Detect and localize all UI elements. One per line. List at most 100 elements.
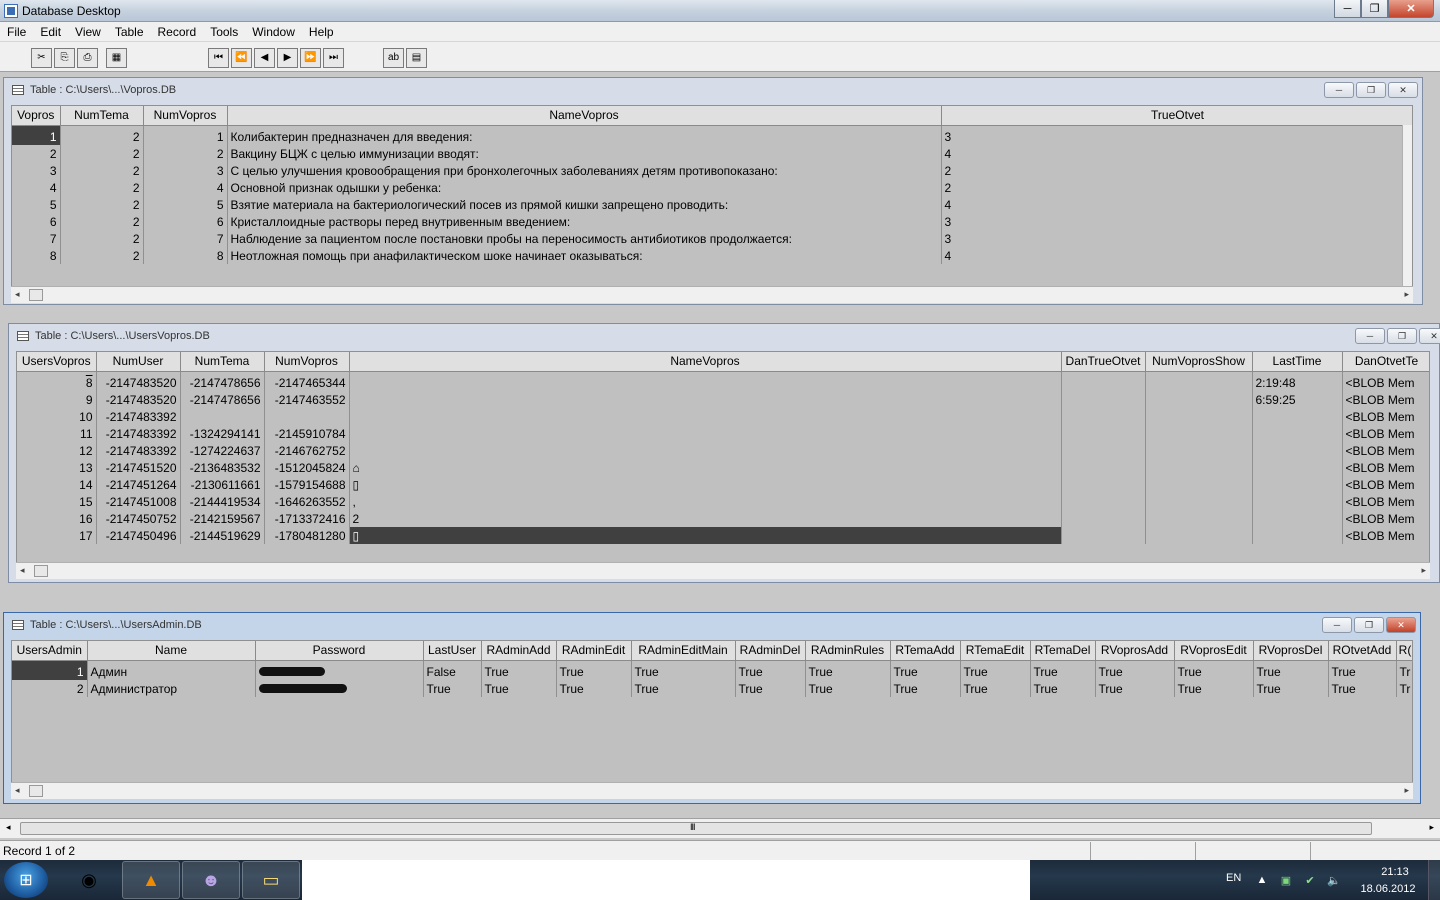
scroll-thumb[interactable] xyxy=(29,785,43,797)
network-icon[interactable]: ▣ xyxy=(1278,872,1294,888)
cell[interactable] xyxy=(1252,425,1343,442)
cell[interactable]: 6 xyxy=(12,213,61,230)
col-header[interactable]: NumTema xyxy=(60,106,144,126)
menu-tools[interactable]: Tools xyxy=(203,25,245,39)
scroll-thumb[interactable] xyxy=(29,289,43,301)
usersvopros-maximize-button[interactable]: ❐ xyxy=(1387,328,1417,344)
cell[interactable]: -2147463552 xyxy=(264,391,350,408)
cell[interactable] xyxy=(1061,510,1146,527)
cell[interactable]: 2 xyxy=(941,179,1412,196)
cell[interactable]: ▯ xyxy=(349,527,1062,544)
cell[interactable]: 8 xyxy=(12,247,61,264)
cell[interactable]: 3 xyxy=(941,125,1412,145)
cell[interactable]: Неотложная помощь при анафилактическом ш… xyxy=(227,247,942,264)
cell[interactable] xyxy=(1145,459,1253,476)
menu-record[interactable]: Record xyxy=(151,25,204,39)
cell[interactable]: 4 xyxy=(941,145,1412,162)
cell[interactable] xyxy=(1061,459,1146,476)
cell[interactable]: 7 xyxy=(12,230,61,247)
cell[interactable]: 2 xyxy=(941,162,1412,179)
minimize-button[interactable]: ─ xyxy=(1334,0,1361,18)
cell[interactable]: -2147483520 xyxy=(96,391,181,408)
scroll-right-icon[interactable]: ▸ xyxy=(1404,289,1409,300)
menu-table[interactable]: Table xyxy=(108,25,151,39)
cell[interactable]: 2 xyxy=(12,680,88,697)
cell[interactable]: <BLOB Mem xyxy=(1342,510,1429,527)
col-header[interactable]: RVoprosDel xyxy=(1253,641,1329,661)
cell[interactable] xyxy=(1145,391,1253,408)
menu-file[interactable]: File xyxy=(0,25,33,39)
explorer-taskbar-icon[interactable]: ▭ xyxy=(242,861,300,899)
col-header[interactable]: Name xyxy=(87,641,256,661)
cell[interactable] xyxy=(1061,476,1146,493)
col-header[interactable]: TrueOtvet xyxy=(941,106,1412,126)
pidgin-taskbar-icon[interactable]: ☻ xyxy=(182,861,240,899)
cell[interactable]: <BLOB Mem xyxy=(1342,527,1429,544)
cell[interactable]: 11 xyxy=(17,425,97,442)
cell[interactable]: True xyxy=(890,680,961,697)
cell[interactable]: -2147483392 xyxy=(96,442,181,459)
cell[interactable]: -2147451008 xyxy=(96,493,181,510)
last-record-icon[interactable]: ⏭ xyxy=(323,48,344,68)
table-row[interactable]: 5 2 5 Взятие материала на бактериологиче… xyxy=(12,196,1412,213)
cell[interactable]: ▯ xyxy=(349,476,1062,493)
table-row[interactable]: 1 Админ False True True True True True T… xyxy=(12,660,1412,680)
col-header[interactable]: Vopros xyxy=(12,106,61,126)
col-header[interactable]: RAdminEdit xyxy=(556,641,632,661)
usersadmin-maximize-button[interactable]: ❐ xyxy=(1354,617,1384,633)
cell[interactable]: <BLOB Mem xyxy=(1342,459,1429,476)
cell[interactable]: 13 xyxy=(17,459,97,476)
usersadmin-horizontal-scrollbar[interactable]: ◂ ▸ xyxy=(11,782,1413,799)
cell[interactable]: -1274224637 xyxy=(180,442,265,459)
cell[interactable]: Админ xyxy=(87,660,256,680)
cell[interactable]: True xyxy=(1253,660,1329,680)
next-record-icon[interactable]: ▶ xyxy=(277,48,298,68)
cell[interactable] xyxy=(1061,527,1146,544)
cell[interactable]: <BLOB Mem xyxy=(1342,425,1429,442)
cell[interactable]: 2 xyxy=(60,162,144,179)
cell[interactable]: 2 xyxy=(60,213,144,230)
cell[interactable]: <BLOB Mem xyxy=(1342,476,1429,493)
col-header[interactable]: UsersVopros xyxy=(17,352,97,372)
cell[interactable]: -2136483532 xyxy=(180,459,265,476)
col-header[interactable]: NumVopros xyxy=(143,106,228,126)
cell[interactable] xyxy=(1145,476,1253,493)
table-row[interactable]: 10 -2147483392 <BLOB Mem xyxy=(17,408,1429,425)
cell[interactable]: 4 xyxy=(143,179,228,196)
cell[interactable] xyxy=(1061,408,1146,425)
table-row[interactable]: 8 -2147483520 -2147478656 -2147465344 2:… xyxy=(17,371,1429,391)
cell[interactable]: <BLOB Mem xyxy=(1342,408,1429,425)
cell[interactable]: -1713372416 xyxy=(264,510,350,527)
cell[interactable]: -2147450496 xyxy=(96,527,181,544)
cell[interactable]: -1324294141 xyxy=(180,425,265,442)
cell[interactable] xyxy=(180,408,265,425)
previous-record-icon[interactable]: ◀ xyxy=(254,48,275,68)
cell[interactable]: True xyxy=(1253,680,1329,697)
cell[interactable]: Tr xyxy=(1396,660,1412,680)
col-header[interactable]: Password xyxy=(255,641,424,661)
table-row[interactable]: 2 2 2 Вакцину БЦЖ с целью иммунизации вв… xyxy=(12,145,1412,162)
cell[interactable] xyxy=(349,408,1062,425)
cell[interactable] xyxy=(264,408,350,425)
cell[interactable]: True xyxy=(1030,680,1096,697)
menu-view[interactable]: View xyxy=(68,25,108,39)
cell[interactable]: 2 xyxy=(60,125,144,145)
table-row[interactable]: 12 -2147483392 -1274224637 -2146762752 <… xyxy=(17,442,1429,459)
cell[interactable] xyxy=(1145,442,1253,459)
cell[interactable]: True xyxy=(1174,680,1254,697)
cell[interactable]: -2146762752 xyxy=(264,442,350,459)
menu-window[interactable]: Window xyxy=(245,25,302,39)
vopros-vertical-scrollbar[interactable] xyxy=(1402,125,1412,294)
cell[interactable]: True xyxy=(423,680,482,697)
cell[interactable]: 3 xyxy=(12,162,61,179)
cell[interactable]: -1646263552 xyxy=(264,493,350,510)
cell[interactable]: 12 xyxy=(17,442,97,459)
cell[interactable] xyxy=(349,442,1062,459)
clock-date[interactable]: 18.06.2012 xyxy=(1358,883,1418,895)
scroll-left-icon[interactable]: ◂ xyxy=(20,565,25,576)
cell[interactable]: Основной признак одышки у ребенка: xyxy=(227,179,942,196)
vopros-maximize-button[interactable]: ❐ xyxy=(1356,82,1386,98)
cell[interactable] xyxy=(1252,442,1343,459)
col-header[interactable]: RAdminRules xyxy=(805,641,891,661)
cell[interactable]: -1579154688 xyxy=(264,476,350,493)
